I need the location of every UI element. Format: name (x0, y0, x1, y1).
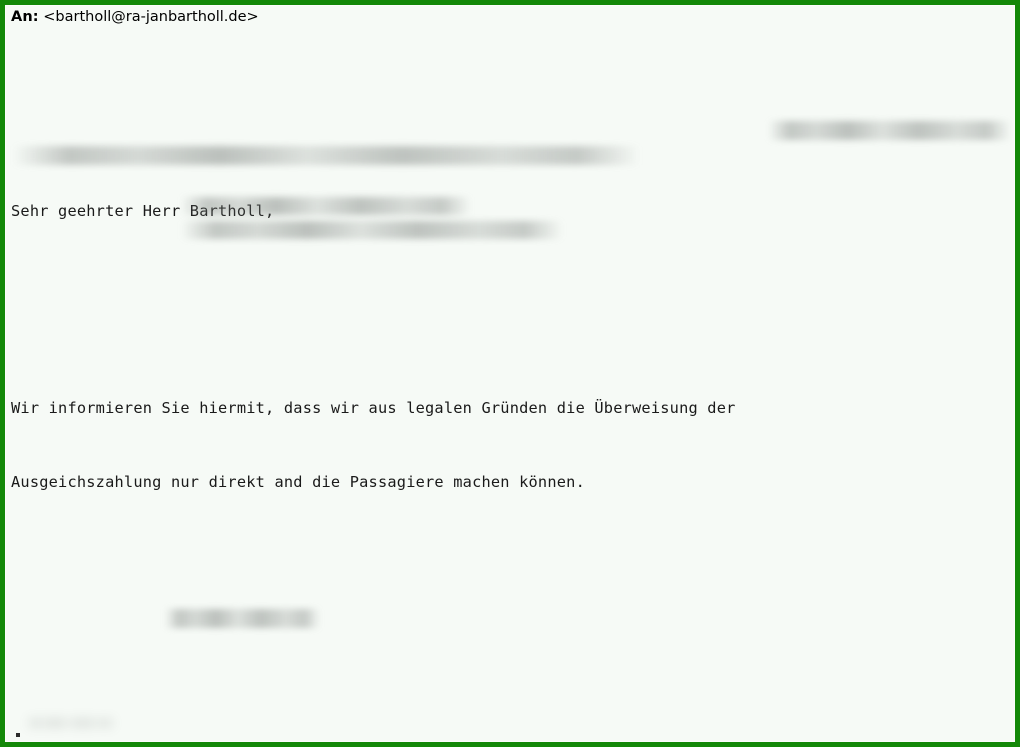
email-message-window: An: <bartholl@ra-janbartholl.de> Sehr ge… (0, 0, 1020, 747)
recipient-header: An: <bartholl@ra-janbartholl.de> (11, 7, 1015, 27)
bullet-item-1-label: -Volständiger (11, 743, 133, 747)
paragraph-line-2-text: Ausgeichszahlung nur direkt and die Pass… (11, 472, 585, 491)
email-body: An: <bartholl@ra-janbartholl.de> Sehr ge… (5, 5, 1015, 742)
recipient-address[interactable]: <bartholl@ra-janbartholl.de> (43, 9, 258, 25)
paragraph-line-2: Ausgeichszahlung nur direkt and die Pass… (11, 470, 1015, 495)
bullet-item-1: -Volständiger (11, 740, 1015, 747)
salutation-line: Sehr geehrter Herr Bartholl, (11, 202, 275, 221)
trailing-period-mark (16, 733, 20, 737)
paragraph-line-1: Wir informieren Sie hiermit, dass wir au… (11, 398, 736, 417)
recipient-label: An: (11, 9, 39, 25)
message-text: Sehr geehrter Herr Bartholl, Wir informi… (11, 27, 1015, 747)
